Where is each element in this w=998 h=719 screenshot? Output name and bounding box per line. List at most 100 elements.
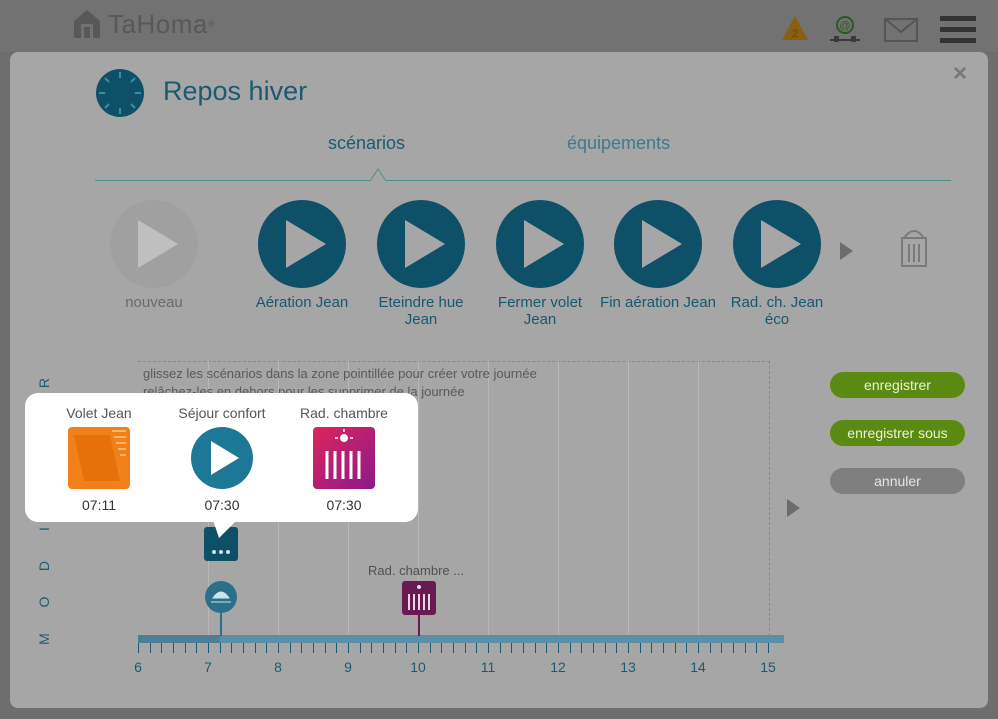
scenario-item[interactable]: Fin aération Jean (598, 200, 718, 311)
axis-tick (721, 643, 723, 653)
timeline-next-icon[interactable] (785, 498, 801, 518)
axis-tick (511, 643, 513, 653)
popup-item[interactable]: Rad. chambre 07:30 (289, 405, 399, 513)
popup-item[interactable]: Séjour confort 07:30 (167, 405, 277, 513)
active-tab-indicator (370, 168, 386, 182)
logo-registered: ® (207, 19, 215, 29)
cancel-button[interactable]: annuler (830, 468, 965, 494)
alert-icon[interactable]: 2 (780, 14, 810, 42)
axis-tick (184, 643, 186, 653)
axis-tick (243, 643, 244, 653)
axis-tick (336, 643, 338, 653)
tab-scenarios[interactable]: scénarios (328, 133, 405, 154)
hour-label: 7 (204, 659, 212, 675)
popup-pointer (213, 520, 237, 538)
trash-icon[interactable] (900, 226, 928, 268)
axis-tick (558, 643, 559, 653)
new-scenario-button[interactable]: nouveau (94, 200, 214, 311)
hour-gridline (488, 361, 489, 635)
menu-icon[interactable] (940, 16, 976, 44)
hour-gridline (558, 361, 559, 635)
axis-tick (768, 643, 769, 653)
play-icon (733, 200, 821, 288)
play-icon (258, 200, 346, 288)
axis-tick (581, 643, 583, 653)
scenario-label: Eteindre hue Jean (378, 294, 464, 328)
axis-tick (371, 643, 373, 653)
play-icon (377, 200, 465, 288)
modifier-letter: D (36, 560, 52, 571)
scenario-item[interactable]: Eteindre hue Jean (361, 200, 481, 328)
scenario-label: Fin aération Jean (600, 294, 716, 311)
axis-tick (429, 643, 431, 653)
axis-tick (663, 643, 664, 653)
axis-tick (441, 643, 443, 653)
axis-tick (278, 643, 279, 653)
axis-tick (628, 643, 629, 653)
play-icon (496, 200, 584, 288)
save-button[interactable]: enregistrer (830, 372, 965, 398)
house-icon (74, 10, 100, 38)
scenario-label: Rad. ch. Jean éco (730, 294, 824, 328)
hour-gridline (698, 361, 699, 635)
axis-tick (698, 643, 699, 653)
timeline-hint: glissez les scénarios dans la zone point… (143, 366, 537, 381)
mail-icon[interactable] (884, 18, 918, 42)
axis-tick (546, 643, 548, 653)
play-icon (110, 200, 198, 288)
axis-tick (394, 643, 396, 653)
tab-equipements[interactable]: équipements (567, 133, 670, 154)
hour-label: 11 (480, 659, 496, 675)
close-icon[interactable]: × (953, 62, 967, 86)
axis-tick (523, 643, 524, 653)
axis-tick (149, 643, 151, 653)
axis-tick (138, 643, 139, 653)
axis-tick (616, 643, 618, 653)
alert-count: 2 (792, 28, 798, 40)
top-bar: TaHoma ® 2 @ (0, 0, 998, 52)
popup-item[interactable]: Volet Jean 07:11 (44, 405, 154, 513)
popup-item-name: Séjour confort (178, 405, 266, 421)
axis-tick (709, 643, 711, 653)
scenario-item[interactable]: Fermer volet Jean (480, 200, 600, 328)
scenario-label: Aération Jean (255, 294, 349, 311)
scenario-label: Fermer volet Jean (497, 294, 583, 328)
axis-tick (464, 643, 466, 653)
radiator-icon (313, 427, 375, 489)
logo-text: TaHoma (108, 8, 208, 39)
network-icon[interactable]: @ (828, 14, 862, 44)
hour-label: 12 (550, 659, 566, 675)
timeline-event-label: Rad. chambre ... (368, 563, 465, 578)
play-icon (614, 200, 702, 288)
axis-tick (639, 643, 641, 653)
axis-tick (208, 643, 209, 653)
hour-label: 15 (760, 659, 776, 675)
axis-tick (488, 643, 489, 653)
timeline-event-group[interactable] (203, 526, 243, 638)
axis-tick (173, 643, 174, 653)
carousel-next-icon[interactable] (838, 241, 854, 261)
scenario-item[interactable]: Rad. ch. Jean éco (717, 200, 837, 328)
hour-label: 13 (620, 659, 636, 675)
axis-tick (313, 643, 314, 653)
axis-tick (453, 643, 454, 653)
tahoma-logo: TaHoma ® (72, 8, 214, 40)
axis-tick (744, 643, 746, 653)
hour-gridline (628, 361, 629, 635)
axis-tick (161, 643, 163, 653)
modifier-letter: I (36, 527, 52, 531)
axis-tick (219, 643, 221, 653)
axis-tick (733, 643, 734, 653)
axis-tick (674, 643, 676, 653)
save-as-button[interactable]: enregistrer sous (830, 420, 965, 446)
scenario-item[interactable]: Aération Jean (242, 200, 362, 311)
popup-item-name: Volet Jean (66, 405, 132, 421)
clock-icon (96, 69, 144, 117)
axis-tick (266, 643, 268, 653)
radiator-event[interactable] (401, 580, 437, 638)
axis-tick (254, 643, 256, 653)
axis-tick (418, 643, 419, 653)
axis-tick (231, 643, 233, 653)
axis-tick (593, 643, 594, 653)
axis-tick (499, 643, 501, 653)
